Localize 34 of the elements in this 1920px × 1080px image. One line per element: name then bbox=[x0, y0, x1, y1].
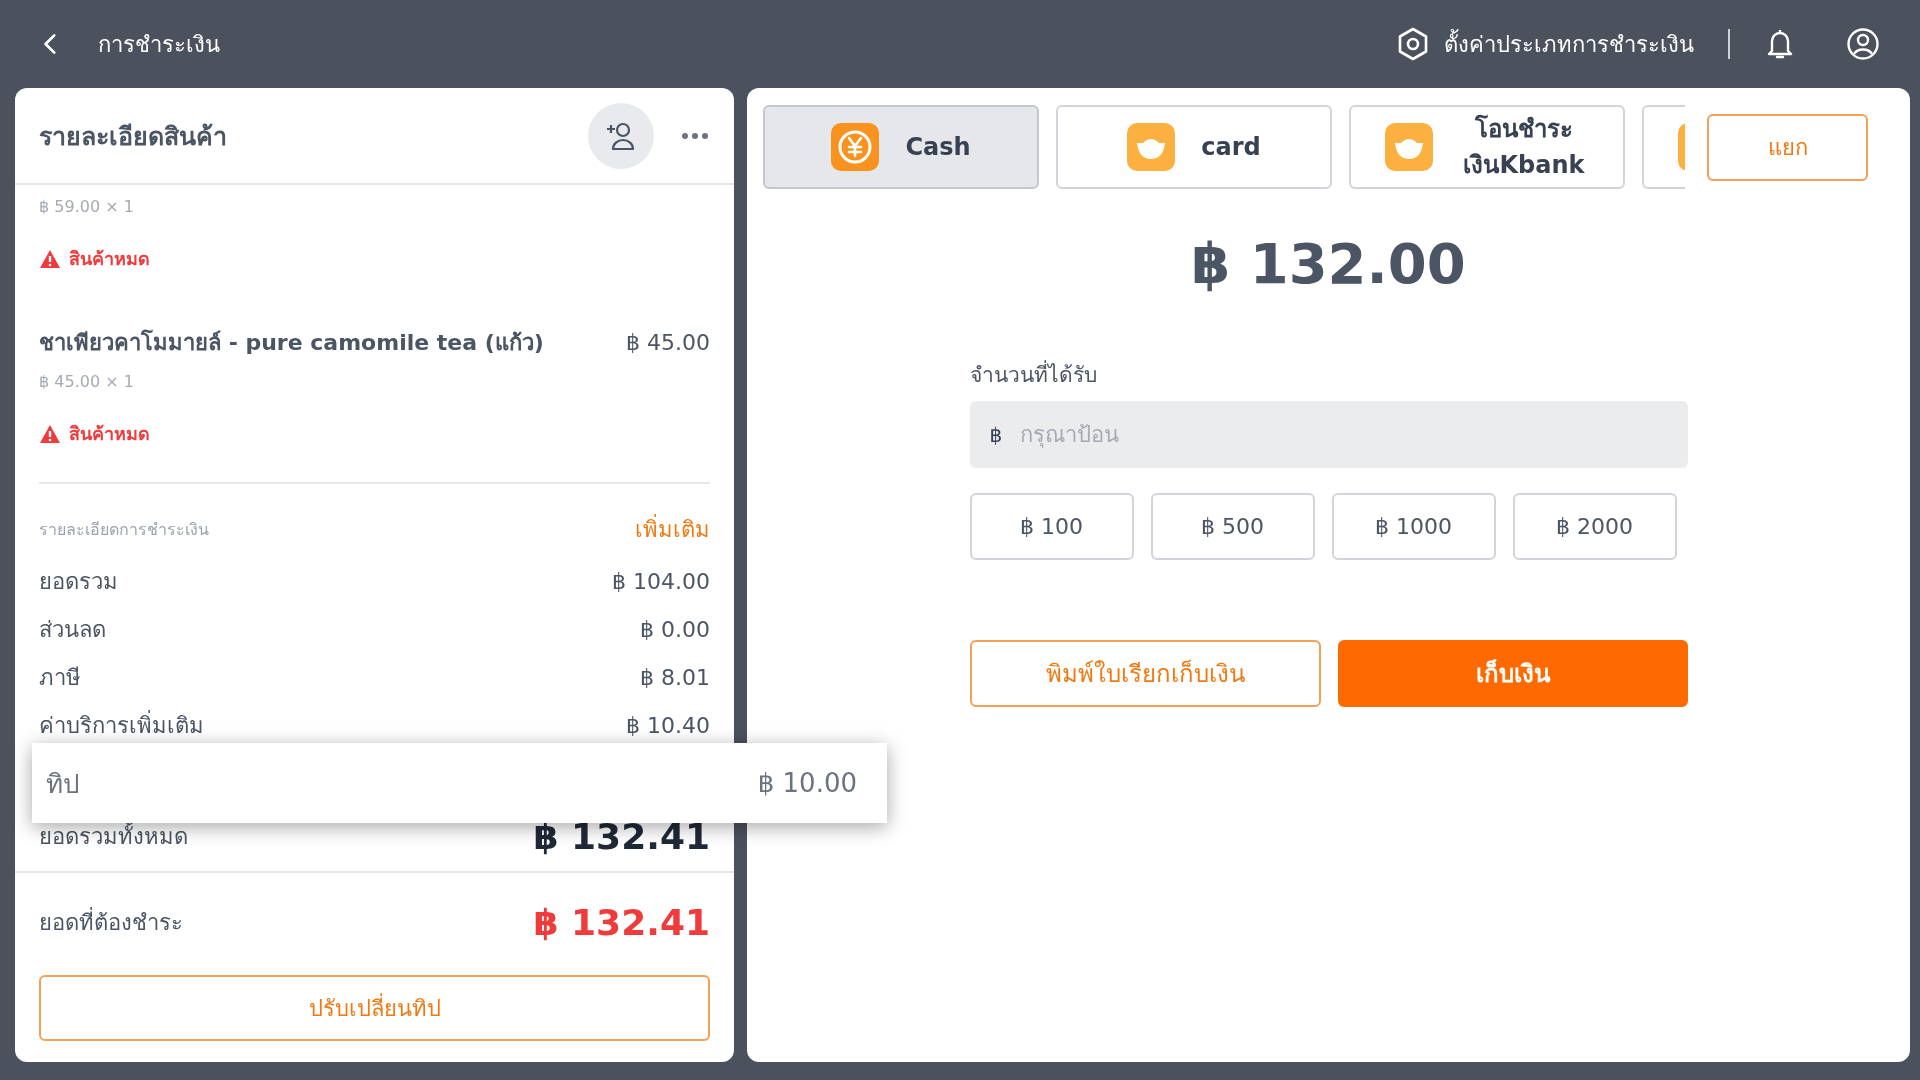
summary-value: ฿ 0.00 bbox=[640, 616, 710, 642]
payment-method-tab[interactable]: โอนชำระเงินKbank bbox=[1349, 105, 1625, 189]
summary-value: ฿ 8.01 bbox=[640, 664, 710, 690]
summary-value: ฿ 10.40 bbox=[626, 712, 710, 738]
out-of-stock-label: สินค้าหมด bbox=[69, 422, 150, 446]
summary-label: ค่าบริการเพิ่มเติม bbox=[39, 709, 204, 740]
payment-method-tab[interactable]: card bbox=[1056, 105, 1332, 189]
item-quantity: ฿ 59.00 × 1 bbox=[39, 197, 135, 216]
quick-amount-button[interactable]: ฿ 2000 bbox=[1512, 493, 1677, 560]
summary-label: ภาษี bbox=[39, 663, 81, 692]
due-amount: ฿ 132.41 bbox=[533, 901, 710, 943]
item-name: ชาเพียวคาโมมายล์ - pure camomile tea (แก้ว) bbox=[39, 328, 544, 357]
summary-label: ยอดรวม bbox=[39, 567, 118, 596]
payment-amount: ฿ 132.00 bbox=[1191, 231, 1466, 296]
quick-amount-button[interactable]: ฿ 1000 bbox=[1331, 493, 1496, 560]
settings-link[interactable]: ตั้งค่าประเภทการชำระเงิน bbox=[1444, 26, 1694, 62]
quick-amount-button[interactable]: ฿ 100 bbox=[969, 493, 1134, 560]
out-of-stock-label: สินค้าหมด bbox=[69, 247, 150, 271]
item-quantity: ฿ 45.00 × 1 bbox=[39, 372, 135, 391]
currency-symbol: ฿ bbox=[989, 423, 1003, 447]
summary-value: ฿ 10.00 bbox=[757, 768, 857, 798]
summary-label: ส่วนลด bbox=[39, 615, 106, 644]
quick-amount-button[interactable]: ฿ 500 bbox=[1150, 493, 1315, 560]
summary-label: ยอดรวมทั้งหมด bbox=[39, 822, 188, 851]
payment-method-tab[interactable]: Cash bbox=[763, 105, 1039, 189]
due-label: ยอดที่ต้องชำระ bbox=[39, 906, 183, 937]
summary-value: ฿ 104.00 bbox=[612, 568, 710, 594]
field-label: จำนวนที่ได้รับ bbox=[969, 358, 1688, 391]
panel-title: รายละเอียดสินค้า bbox=[39, 120, 228, 153]
total-amount: ฿ 132.41 bbox=[533, 815, 710, 857]
item-price: ฿ 45.00 bbox=[626, 330, 710, 355]
page-title: การชำระเงิน bbox=[98, 30, 220, 59]
section-label: รายละเอียดการชำระเงิน bbox=[39, 519, 209, 541]
summary-label: ทิป bbox=[46, 767, 80, 801]
